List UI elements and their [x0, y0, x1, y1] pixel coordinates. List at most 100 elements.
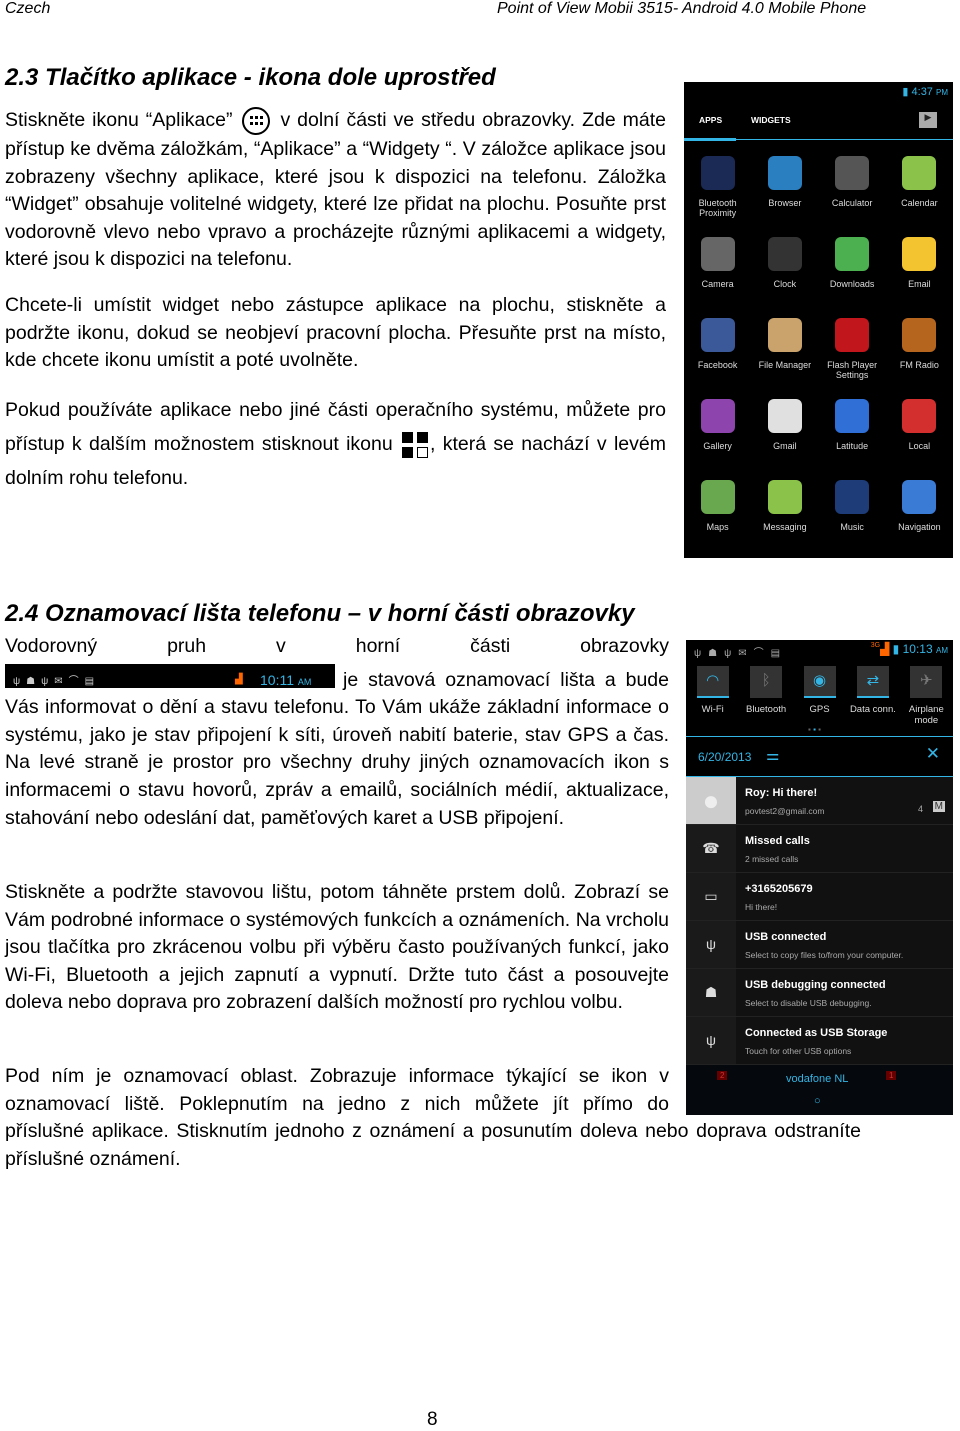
app-item[interactable]: Facebook — [684, 310, 751, 391]
app-icon — [767, 480, 802, 514]
toggle-icon: ✈ — [910, 666, 943, 698]
app-label: Calendar — [901, 198, 938, 208]
menu-icon — [402, 431, 429, 458]
text: příslušné aplikace. Stisknutím jednoho z… — [5, 1120, 861, 1170]
count: 4 — [917, 804, 923, 814]
app-item[interactable]: Downloads — [819, 229, 886, 310]
paragraph: Vodorovný pruh v horní části obrazovky ψ… — [5, 633, 669, 832]
status-icons: ψ☗ψ✉⌒▤ — [694, 648, 788, 659]
app-label: Gmail — [773, 441, 797, 451]
app-item[interactable]: Music — [819, 472, 886, 553]
app-item[interactable]: Calendar — [886, 148, 953, 229]
app-item[interactable]: Calculator — [819, 148, 886, 229]
battery-icon: ▮ — [902, 86, 909, 98]
toggle-icon: ᛒ — [750, 666, 783, 698]
app-label: Latitude — [836, 441, 869, 451]
header-right: Point of View Mobii 3515- Android 4.0 Mo… — [497, 0, 867, 17]
notification-panel-screenshot: ψ☗ψ✉⌒▤ 3G▟ ▮ 10:13 AM ◠ Wi-Fi ᛒ Bluetooth ◉ G… — [686, 640, 953, 1115]
app-item[interactable]: Flash Player Settings — [819, 310, 886, 391]
app-item[interactable]: Email — [886, 229, 953, 310]
settings-icon[interactable]: ⚌ — [766, 746, 779, 764]
apps-grid: Bluetooth Proximity Browser Calculator Cale… — [684, 148, 953, 553]
app-icon — [902, 156, 937, 190]
app-item[interactable]: File Manager — [751, 310, 818, 391]
tab-apps[interactable]: APPS — [699, 115, 722, 125]
clear-all-icon[interactable]: ✕ — [926, 744, 940, 764]
page-number: 8 — [427, 1409, 438, 1430]
text: v dolní části ve středu obrazovky. Zde m… — [5, 109, 667, 271]
notification-subtitle: povtest2@gmail.com — [745, 806, 825, 816]
notification-subtitle: Select to copy files to/from your comput… — [745, 950, 904, 960]
app-item[interactable]: Messaging — [751, 472, 818, 553]
app-icon — [902, 399, 937, 433]
notification-title: Connected as USB Storage — [745, 1027, 888, 1039]
app-item[interactable]: Browser — [751, 148, 818, 229]
ampm: PM — [936, 88, 948, 97]
dock: 2 vodafone NL 1 ○ — [686, 1065, 953, 1115]
app-item[interactable]: Clock — [751, 229, 818, 310]
app-item[interactable]: Latitude — [819, 391, 886, 472]
text: Stiskněte ikonu “Aplikace” — [5, 109, 233, 132]
paragraph: Stiskněte ikonu “Aplikace” v dolní části… — [5, 106, 666, 274]
quick-toggle[interactable]: ᛒ Bluetooth — [739, 666, 792, 726]
app-item[interactable]: Navigation — [886, 472, 953, 553]
app-item[interactable]: Gmail — [751, 391, 818, 472]
paragraph: Pokud používáte aplikace nebo jiné části… — [5, 393, 666, 495]
app-item[interactable]: Bluetooth Proximity — [684, 148, 751, 229]
home-indicator-icon[interactable]: ○ — [814, 1095, 821, 1107]
carrier: vodafone NL — [786, 1073, 849, 1085]
quick-toggle[interactable]: ✈ Airplane mode — [900, 666, 953, 726]
app-label: Clock — [773, 279, 797, 289]
app-item[interactable]: Maps — [684, 472, 751, 553]
time: 4:37 — [911, 86, 933, 98]
app-icon — [902, 480, 937, 514]
missed-call-icon: ☎ — [686, 825, 736, 872]
quick-toggle[interactable]: ⇄ Data conn. — [846, 666, 899, 726]
page-dots: ▪ ▪ ▪ — [808, 725, 821, 734]
app-label: Navigation — [898, 522, 941, 532]
notification-subtitle: Touch for other USB options — [745, 1046, 852, 1056]
app-icon — [835, 399, 870, 433]
gmail-icon: M — [932, 801, 945, 812]
app-drawer-screenshot: ▮ 4:37 PM APPS WIDGETS ▶ Bluetooth Proxi… — [684, 82, 953, 558]
usb-icon: ψ — [686, 921, 736, 968]
quick-toggle[interactable]: ◠ Wi-Fi — [686, 666, 739, 726]
notification-subtitle: 2 missed calls — [745, 854, 799, 864]
toggle-label: Airplane mode — [908, 704, 944, 726]
app-label: FM Radio — [899, 360, 939, 370]
notification-title: Missed calls — [745, 835, 810, 847]
app-item[interactable]: Camera — [684, 229, 751, 310]
app-label: Gallery — [703, 441, 732, 451]
app-icon — [700, 318, 735, 352]
app-icon — [700, 237, 735, 271]
notification-item[interactable]: ☎ Missed calls 2 missed calls — [686, 825, 953, 873]
app-icon — [767, 156, 802, 190]
app-item[interactable]: FM Radio — [886, 310, 953, 391]
notification-item[interactable]: ☗ USB debugging connected Select to disabl… — [686, 969, 953, 1017]
play-store-icon[interactable]: ▶ — [919, 112, 937, 128]
notification-item[interactable]: ψ Connected as USB Storage Touch for other… — [686, 1017, 953, 1065]
toggle-icon: ◉ — [803, 666, 836, 698]
network-type: 3G — [870, 642, 881, 649]
statusbar-ampm: AM — [297, 676, 312, 687]
app-icon — [835, 318, 870, 352]
toggle-label: Data conn. — [849, 704, 896, 715]
app-label: Messaging — [763, 522, 807, 532]
usb-icon: ψ — [686, 1017, 736, 1064]
tab-widgets[interactable]: WIDGETS — [751, 115, 791, 125]
app-label: Browser — [768, 198, 802, 208]
app-item[interactable]: Local — [886, 391, 953, 472]
toggle-label: Wi-Fi — [701, 704, 724, 715]
status-icons: ψ☗ψ✉⌒▤ — [13, 675, 101, 687]
app-item[interactable]: Gallery — [684, 391, 751, 472]
notification-item[interactable]: ● Roy: Hi there! povtest2@gmail.com 4 M — [686, 777, 953, 825]
quick-toggle[interactable]: ◉ GPS — [793, 666, 846, 726]
badge: 1 — [886, 1071, 897, 1080]
badge: 2 — [717, 1071, 728, 1080]
toggle-label: GPS — [809, 704, 830, 715]
notification-item[interactable]: ▭ +3165205679 Hi there! — [686, 873, 953, 921]
app-label: Calculator — [831, 198, 873, 208]
section-2-3-title: 2.3 Tlačítko aplikace - ikona dole upros… — [5, 64, 496, 91]
notification-item[interactable]: ψ USB connected Select to copy files to/fr… — [686, 921, 953, 969]
notification-title: USB connected — [745, 931, 827, 943]
